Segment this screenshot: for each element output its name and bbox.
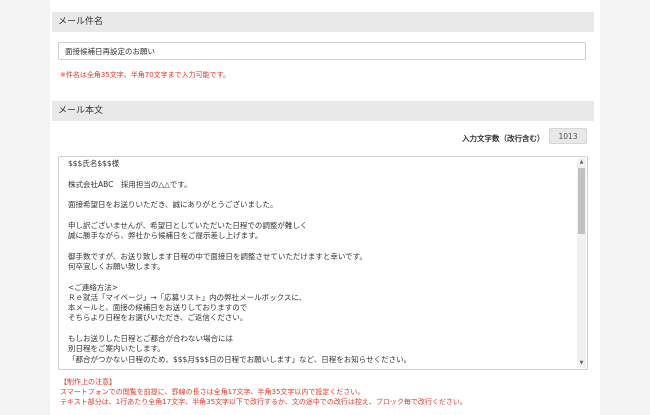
body-line: 別日程をご案内いたします。 [68, 344, 165, 354]
scroll-thumb[interactable] [578, 168, 585, 234]
subject-input[interactable] [58, 42, 586, 60]
subject-note: ※件名は全角35文字、半角70文字まで入力可能です。 [60, 71, 230, 79]
body-line: 誠に勝手ながら、弊社から候補日をご提示差し上げます。 [68, 231, 263, 241]
triangle-down-icon[interactable]: ▼ [577, 359, 586, 368]
body-line: 株式会社ABC 採用担当の△△です。 [68, 179, 192, 189]
footer-note-line: テキスト部分は、1行あたり全角17文字、半角35文字以下で改行するか、文の途中で… [60, 398, 467, 406]
mail-body-text: $$$氏名$$$様 株式会社ABC 採用担当の△△です。 面接希望日をお送りいた… [68, 159, 573, 365]
body-line [68, 169, 573, 179]
body-line [68, 190, 573, 200]
body-line [68, 210, 573, 220]
footer-note-line: スマートフォンでの閲覧を前提に、罫線の長さは全角17文字、半角35文字以内で設定… [60, 388, 365, 396]
footer-note-line: 【制作上の注意】 [60, 378, 116, 386]
body-line: Ｒｅ就活「マイページ」→「応募リスト」内の弊社メールボックスに、 [68, 292, 307, 302]
body-header-label: メール本文 [58, 106, 104, 116]
char-count-value: 1013 [549, 128, 587, 144]
body-line: もしお送りした日程とご都合が合わない場合には [68, 334, 233, 344]
body-scrollbar[interactable]: ▲ ▼ [577, 158, 586, 368]
body-line: 本メールと、面接の候補日をお送りしておりますので [68, 303, 248, 313]
triangle-up-icon[interactable]: ▲ [577, 158, 586, 167]
body-line: 何卒宜しくお願い致します。 [68, 261, 165, 271]
body-line: 「都合がつかない日程のため、$$$月$$$日の日程でお願いします」など、日程をお… [68, 354, 412, 364]
body-line: <ご連絡方法> [68, 282, 119, 292]
subject-section-header: メール件名 [52, 12, 594, 32]
body-line: 申し訳ございませんが、希望日としていただいた日程での調整が難しく [68, 220, 308, 230]
body-line [68, 241, 573, 251]
body-section-header: メール本文 [52, 101, 594, 121]
body-line [68, 272, 573, 282]
mail-body-textarea[interactable]: $$$氏名$$$様 株式会社ABC 採用担当の△△です。 面接希望日をお送りいた… [58, 156, 588, 370]
production-notes: 【制作上の注意】スマートフォンでの閲覧を前提に、罫線の長さは全角17文字、半角3… [60, 377, 590, 407]
body-line [68, 324, 573, 334]
body-line: $$$氏名$$$様 [68, 159, 120, 168]
body-line: 面接希望日をお送りいただき、誠にありがとうございました。 [68, 200, 278, 210]
subject-header-label: メール件名 [58, 17, 104, 27]
body-line: そちらより日程をお選びいただき、ご返信ください。 [68, 313, 248, 323]
body-line: 御手数ですが、お送り致します日程の中で面接日を調整させていただけますと幸いです。 [68, 251, 367, 261]
char-count-label: 入力文字数（改行含む） [462, 134, 545, 143]
